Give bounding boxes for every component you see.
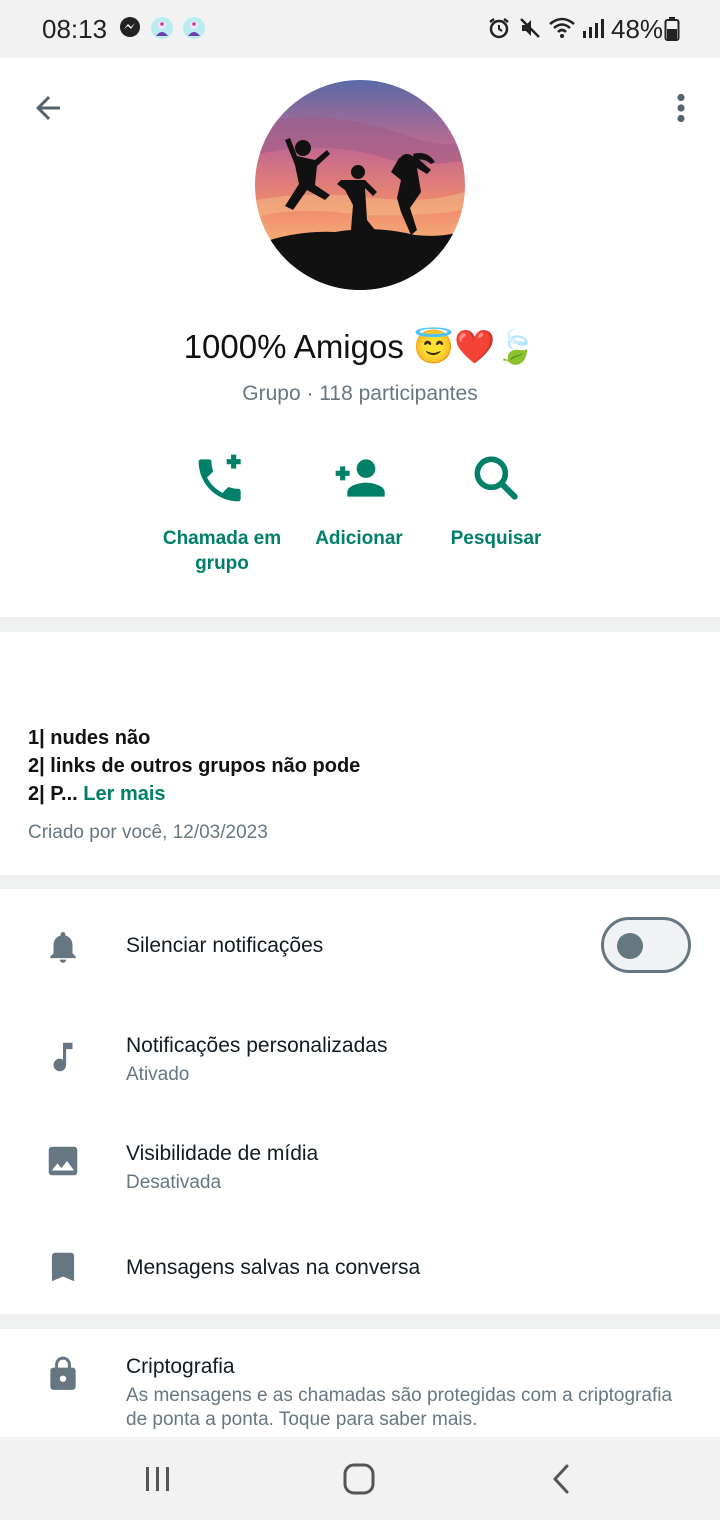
group-call-button[interactable]: Chamada em grupo — [147, 450, 297, 576]
custom-notifications-status: Ativado — [126, 1064, 190, 1085]
search-button[interactable]: Pesquisar — [421, 450, 571, 551]
add-person-icon — [335, 459, 385, 497]
description-line: 1| nudes não — [28, 727, 151, 749]
arrow-left-icon[interactable] — [30, 90, 66, 126]
description-line: 2| links de outros grupos não pode — [28, 755, 361, 777]
toggle-knob — [617, 933, 643, 959]
bookmark-icon — [51, 1252, 75, 1282]
encryption-description: As mensagens e as chamadas são protegida… — [126, 1385, 673, 1430]
app-notification-icon — [183, 17, 205, 39]
description-truncated: 2| P... — [28, 783, 78, 805]
signal-icon — [583, 19, 604, 38]
status-bar: 08:13 48% — [0, 0, 720, 58]
more-vertical-icon[interactable] — [670, 90, 692, 126]
group-call-icon — [198, 454, 241, 502]
back-nav-icon[interactable] — [547, 1459, 577, 1499]
app-notification-icon — [151, 17, 173, 39]
recent-apps-icon[interactable] — [143, 1459, 173, 1499]
media-visibility-label: Visibilidade de mídia — [126, 1142, 319, 1165]
search-icon — [474, 456, 518, 500]
lock-icon — [50, 1356, 76, 1390]
wifi-icon — [549, 17, 575, 38]
group-call-label: Chamada em grupo — [162, 528, 282, 574]
mute-notifications-label: Silenciar notificações — [126, 934, 324, 957]
image-icon — [48, 1146, 78, 1176]
mute-icon — [520, 18, 540, 38]
battery-percent: 48% — [611, 14, 664, 44]
home-icon[interactable] — [340, 1459, 380, 1499]
custom-notifications-label: Notificações personalizadas — [126, 1034, 388, 1057]
battery-icon — [664, 17, 680, 41]
media-visibility-status: Desativada — [126, 1172, 222, 1193]
group-avatar[interactable] — [255, 80, 465, 290]
messenger-icon — [120, 17, 140, 37]
search-label: Pesquisar — [450, 528, 542, 549]
system-navigation-bar — [0, 1437, 720, 1520]
alarm-icon — [489, 18, 509, 39]
group-photo — [255, 80, 465, 290]
description-line: 2| P... Ler mais — [28, 780, 360, 808]
created-by-info: Criado por você, 12/03/2023 — [28, 822, 268, 843]
group-name: 1000% Amigos 😇❤️🍃 — [183, 328, 537, 365]
add-participant-label: Adicionar — [315, 528, 403, 549]
encryption-label: Criptografia — [126, 1355, 235, 1378]
bell-icon — [50, 931, 76, 963]
read-more-link[interactable]: Ler mais — [83, 783, 165, 805]
music-note-icon — [53, 1042, 73, 1072]
mute-toggle[interactable] — [601, 917, 691, 973]
status-time: 08:13 — [42, 14, 108, 44]
group-description: 1| nudes não 2| links de outros grupos n… — [28, 724, 360, 808]
add-participant-button[interactable]: Adicionar — [284, 450, 434, 551]
group-subtitle: Grupo · 118 participantes — [242, 382, 478, 405]
saved-messages-label: Mensagens salvas na conversa — [126, 1256, 421, 1279]
